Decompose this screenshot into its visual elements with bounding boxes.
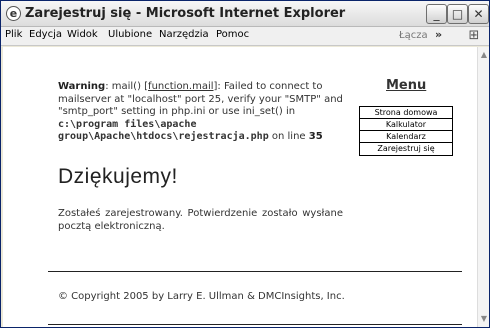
line-text: on line [268, 131, 309, 143]
menu-plik[interactable]: Plik [5, 29, 22, 40]
scroll-down-arrow-icon[interactable]: ▼ [478, 313, 490, 325]
menu-narzedzia[interactable]: Narzędzia [159, 29, 209, 40]
nav-item-calendar[interactable]: Kalendarz [360, 131, 452, 143]
function-mail-link[interactable]: function.mail [148, 81, 213, 92]
menu-ulubione[interactable]: Ulubione [108, 29, 152, 40]
ie-logo-icon: e [6, 6, 21, 21]
links-label[interactable]: Łącza [399, 30, 428, 41]
warning-label: Warning [58, 81, 106, 92]
confirmation-message: Zostałeś zarejestrowany. Potwierdzenie z… [58, 208, 343, 232]
menu-widok[interactable]: Widok [67, 29, 98, 40]
scroll-up-arrow-icon[interactable]: ▲ [478, 49, 490, 61]
nav-item-home[interactable]: Strona domowa [360, 107, 452, 119]
maximize-button[interactable]: □ [447, 4, 468, 24]
php-warning: Warning: mail() [function.mail]: Failed … [58, 81, 358, 144]
menu-pomoc[interactable]: Pomoc [216, 29, 249, 40]
close-button[interactable]: ✕ [468, 4, 489, 24]
nav-menu: Strona domowa Kalkulator Kalendarz Zarej… [359, 106, 453, 156]
menu-edycja[interactable]: Edycja [29, 29, 62, 40]
chevron-icon[interactable]: » [435, 28, 442, 41]
nav-item-register[interactable]: Zarejestruj się [360, 143, 452, 155]
divider [48, 271, 462, 272]
menu-title: Menu [386, 78, 427, 93]
nav-item-calculator[interactable]: Kalkulator [360, 119, 452, 131]
page-heading: Dziękujemy! [58, 165, 178, 188]
footer-copyright: © Copyright 2005 by Larry E. Ullman & DM… [58, 291, 345, 302]
window-title: Zarejestruj się - Microsoft Internet Exp… [25, 6, 346, 21]
divider [48, 324, 462, 325]
browser-window: e Zarejestruj się - Microsoft Internet E… [0, 0, 490, 328]
minimize-button[interactable]: _ [426, 4, 447, 24]
file-path: c:\program files\apache group\Apache\htd… [58, 118, 269, 143]
warning-text-1: : mail() [ [105, 81, 149, 92]
vertical-scrollbar[interactable]: ▲ ▼ [477, 47, 489, 327]
title-bar: e Zarejestruj się - Microsoft Internet E… [1, 1, 489, 27]
line-number: 35 [308, 131, 323, 143]
menu-bar: Plik Edycja Widok Ulubione Narzędzia Pom… [1, 27, 489, 46]
page-content: Warning: mail() [function.mail]: Failed … [3, 47, 477, 327]
windows-throbber-icon: ⊞ [468, 28, 480, 43]
